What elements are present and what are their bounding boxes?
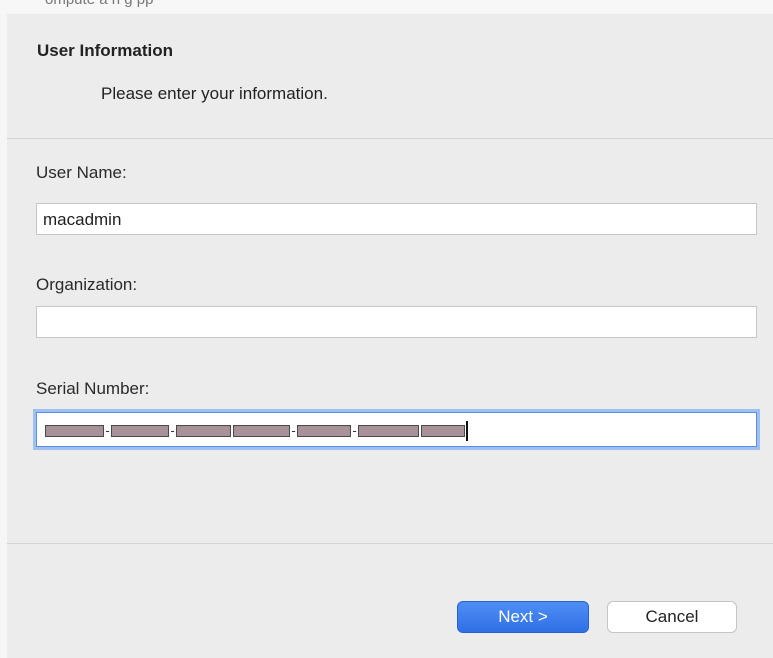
- dialog-header: User Information Please enter your infor…: [7, 14, 773, 139]
- serial-number-label: Serial Number:: [36, 379, 150, 398]
- organization-label: Organization:: [36, 275, 138, 294]
- redaction-block: [45, 425, 104, 437]
- next-button[interactable]: Next >: [457, 601, 589, 633]
- redaction-block: [111, 425, 169, 437]
- user-name-field[interactable]: macadmin: [36, 203, 757, 235]
- text-cursor: [466, 421, 468, 441]
- window-left-edge: [0, 14, 7, 658]
- window-top-strip: ompute a n g pp: [0, 0, 773, 14]
- redaction-block: [176, 425, 231, 437]
- redaction-block: [233, 425, 290, 437]
- serial-separator: -: [105, 423, 110, 438]
- redaction-block: [421, 425, 465, 437]
- serial-separator: -: [170, 423, 175, 438]
- dialog-footer: Next > Cancel: [7, 544, 773, 658]
- serial-separator: -: [291, 423, 296, 438]
- clipped-top-text: ompute a n g pp: [45, 0, 153, 8]
- user-name-label: User Name:: [36, 163, 127, 182]
- organization-field[interactable]: [36, 306, 757, 338]
- page-subtitle: Please enter your information.: [101, 84, 328, 103]
- serial-number-field[interactable]: - - - -: [36, 412, 757, 447]
- user-info-form: User Name: macadmin Organization: Serial…: [7, 139, 773, 544]
- cancel-button[interactable]: Cancel: [607, 601, 737, 633]
- serial-separator: -: [352, 423, 357, 438]
- redaction-block: [358, 425, 419, 437]
- serial-number-redacted-value: - - - -: [45, 421, 468, 441]
- page-title: User Information: [37, 41, 174, 60]
- redaction-block: [297, 425, 351, 437]
